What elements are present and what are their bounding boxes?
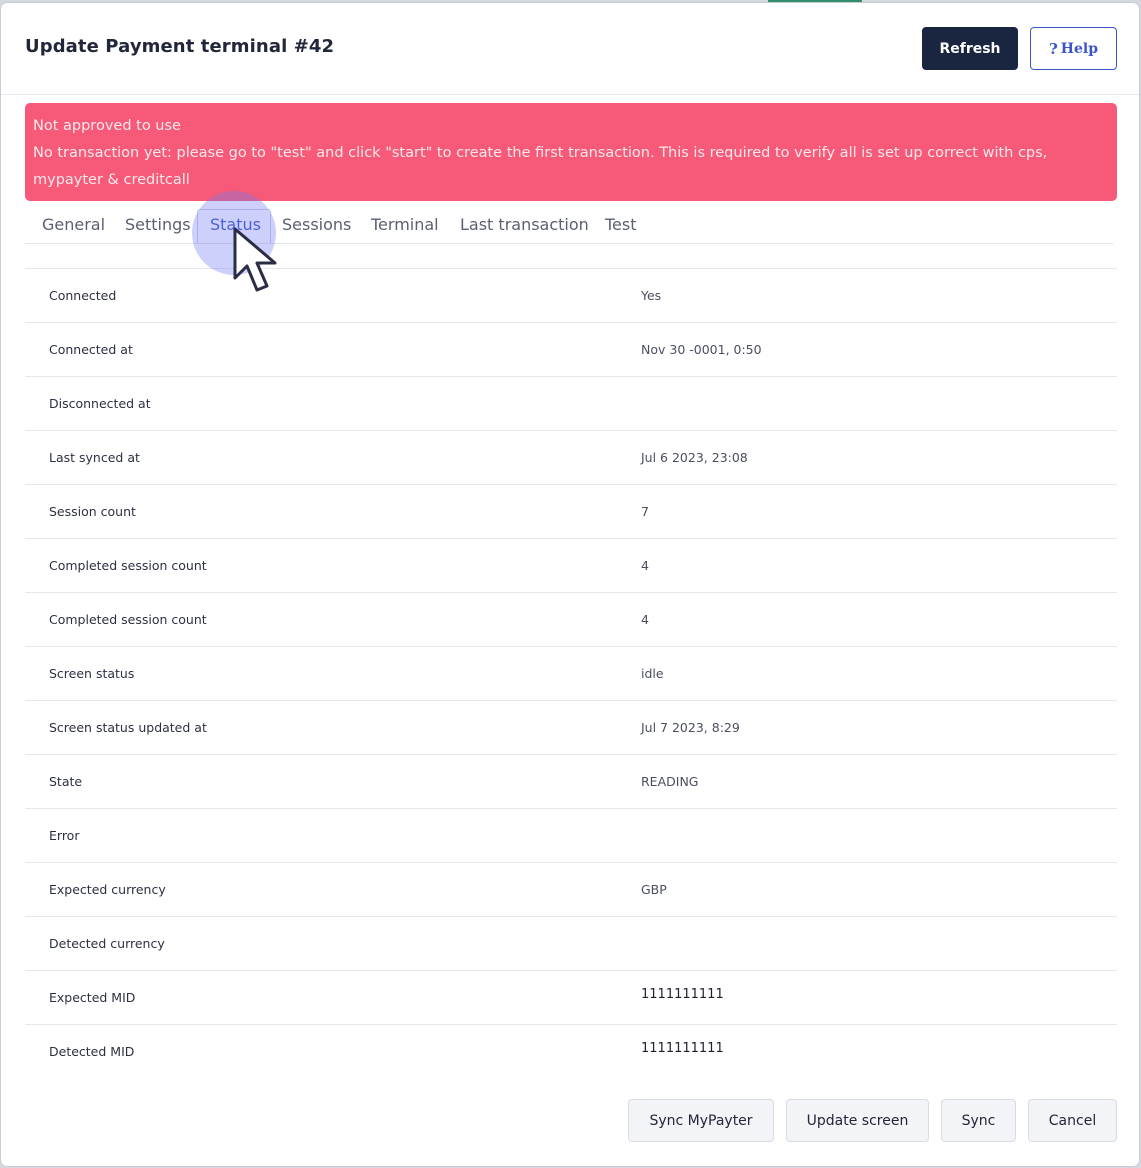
row-value: READING [641,774,699,789]
row-value: 1111111111 [641,987,724,1002]
table-row: Connected at Nov 30 -0001, 0:50 [25,322,1117,377]
row-label: State [49,774,83,789]
question-mark-icon: ? [1048,39,1058,58]
row-value: Nov 30 -0001, 0:50 [641,342,762,357]
table-row: Error [25,808,1117,863]
table-row: Screen status updated at Jul 7 2023, 8:2… [25,700,1117,755]
tab-test[interactable]: Test [605,215,637,234]
help-label: Help [1060,40,1099,57]
row-value: GBP [641,882,667,897]
table-row: Last synced at Jul 6 2023, 23:08 [25,430,1117,485]
update-screen-button[interactable]: Update screen [786,1099,929,1142]
row-label: Detected currency [49,936,165,951]
row-value: 4 [641,612,649,627]
tab-general[interactable]: General [42,215,105,234]
row-value: 1111111111 [641,1041,724,1057]
refresh-button[interactable]: Refresh [922,27,1018,70]
tab-settings[interactable]: Settings [125,215,191,234]
table-row: Disconnected at [25,376,1117,431]
table-row: Detected MID 1111111111 [25,1024,1117,1079]
not-approved-alert: Not approved to use No transaction yet: … [25,103,1117,201]
table-row: Detected currency [25,916,1117,971]
update-terminal-dialog: Update Payment terminal #42 Refresh ? He… [1,3,1139,1166]
cancel-button[interactable]: Cancel [1028,1099,1117,1142]
row-value [641,377,1117,431]
mouse-pointer-icon [233,227,277,292]
row-label: Last synced at [49,450,140,465]
sync-mypayter-button[interactable]: Sync MyPayter [628,1099,774,1142]
table-row: Session count 7 [25,484,1117,539]
tab-terminal[interactable]: Terminal [371,215,439,234]
row-label: Disconnected at [49,396,151,411]
row-label: Expected currency [49,882,166,897]
row-label: Completed session count [49,558,207,573]
tab-last-transaction[interactable]: Last transaction [460,215,589,234]
dialog-title: Update Payment terminal #42 [25,36,335,57]
table-row: Completed session count 4 [25,592,1117,647]
table-row: Connected Yes [25,268,1117,323]
row-value: 7 [641,504,649,519]
row-label: Screen status [49,666,135,681]
table-row: Expected MID 1111111111 [25,970,1117,1025]
table-row: Expected currency GBP [25,862,1117,917]
sync-button[interactable]: Sync [941,1099,1016,1142]
status-table: Connected Yes Connected at Nov 30 -0001,… [25,268,1117,1079]
row-label: Connected [49,288,117,303]
row-value: 4 [641,558,649,573]
row-label: Detected MID [49,1044,135,1060]
dialog-header: Update Payment terminal #42 Refresh ? He… [1,3,1139,95]
row-label: Screen status updated at [49,720,207,735]
row-label: Session count [49,504,136,519]
table-row: State READING [25,754,1117,809]
table-row: Screen status idle [25,646,1117,701]
row-value: idle [641,666,664,681]
row-label: Error [49,828,80,843]
row-value: Yes [641,288,662,303]
tab-bar: General Settings Status Sessions Termina… [25,209,1113,244]
row-label: Connected at [49,342,133,357]
alert-line-2: No transaction yet: please go to "test" … [33,145,1048,188]
row-value: Jul 7 2023, 8:29 [641,720,740,735]
row-value [641,917,1117,971]
alert-line-1: Not approved to use [33,118,181,134]
row-value: Jul 6 2023, 23:08 [641,450,748,465]
row-label: Expected MID [49,990,136,1005]
table-row: Completed session count 4 [25,538,1117,593]
row-value [641,809,1117,863]
help-button[interactable]: ? Help [1030,27,1117,70]
row-label: Completed session count [49,612,207,627]
